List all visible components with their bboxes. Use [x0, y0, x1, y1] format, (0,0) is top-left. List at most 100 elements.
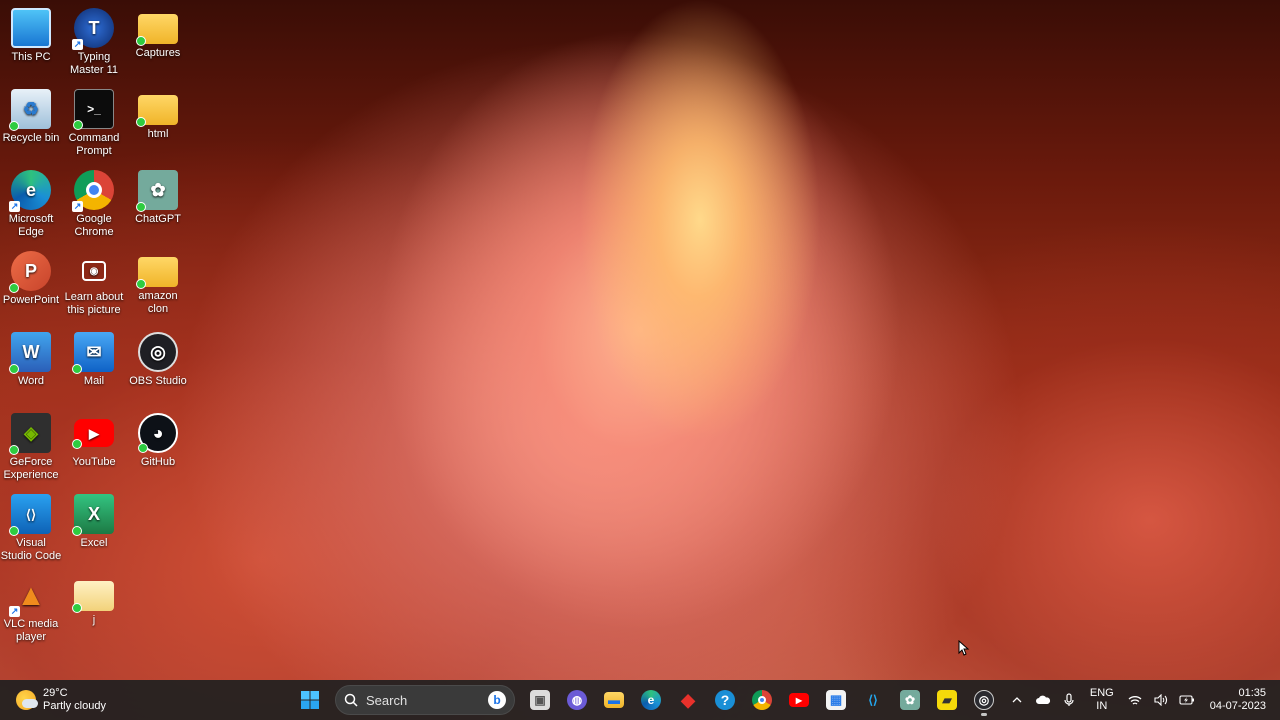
search-placeholder: Search	[366, 692, 408, 708]
geforce-icon: ◈	[9, 413, 51, 455]
desktop-icon-this-pc[interactable]: This PC	[0, 8, 62, 64]
edge-icon: e ↗	[9, 170, 51, 212]
taskbar-help[interactable]: ?	[709, 684, 741, 716]
clock-date: 04-07-2023	[1209, 700, 1266, 712]
desktop-icon-learn-about-picture[interactable]: ◉ Learn about this picture	[63, 251, 125, 317]
taskbar-sticky-notes[interactable]: ▰	[931, 684, 963, 716]
desktop-icon-geforce[interactable]: ◈ GeForce Experience	[0, 413, 62, 482]
desktop-icon-label: Visual Studio Code	[0, 537, 62, 562]
taskbar-file-explorer[interactable]: ▬	[598, 684, 630, 716]
taskbar-apps: Search b ▣ ◍ ▬ e ◆ ? ▶ ▦ ⟨⟩ ✿ ▰ ◎	[294, 684, 1000, 716]
desktop-icon-label: Word	[17, 375, 45, 387]
microphone-icon	[1064, 693, 1074, 706]
desktop-icon-label: VLC media player	[3, 618, 59, 643]
sticky-notes-icon: ▰	[937, 690, 957, 710]
language-indicator[interactable]: ENG IN	[1082, 687, 1122, 713]
desktop-icon-j[interactable]: j	[63, 575, 125, 627]
desktop-icon-mail[interactable]: ✉ Mail	[63, 332, 125, 388]
taskbar-task-view[interactable]: ▣	[524, 684, 556, 716]
taskbar-vscode[interactable]: ⟨⟩	[857, 684, 889, 716]
desktop-icon-label: PowerPoint	[2, 294, 60, 306]
desktop-icon-label: Command Prompt	[68, 132, 120, 157]
desktop-icon-chatgpt[interactable]: ✿ ChatGPT	[127, 170, 189, 226]
desktop-icon-label: This PC	[11, 51, 51, 63]
edge-icon: e	[641, 690, 661, 710]
battery-charging-icon	[1179, 695, 1194, 705]
taskbar-store[interactable]: ▦	[820, 684, 852, 716]
help-icon: ?	[715, 690, 735, 710]
wifi-icon	[1128, 695, 1142, 705]
clock[interactable]: 01:35 04-07-2023	[1200, 687, 1280, 713]
cloud-icon	[1035, 695, 1050, 704]
taskbar-youtube[interactable]: ▶	[783, 684, 815, 716]
show-hidden-icons-button[interactable]	[1004, 680, 1030, 720]
desktop-icon-label: ChatGPT	[135, 213, 181, 225]
desktop-icon-vscode[interactable]: ⟨⟩ Visual Studio Code	[0, 494, 62, 563]
desktop-icon-edge[interactable]: e ↗ Microsoft Edge	[0, 170, 62, 239]
camera-icon: ◉	[82, 261, 106, 281]
vscode-icon: ⟨⟩	[9, 494, 51, 536]
desktop-icon-powerpoint[interactable]: P PowerPoint	[0, 251, 62, 307]
typing-master-icon: T ↗	[72, 8, 114, 50]
system-tray: ENG IN 01:35 04-07-2023	[1004, 680, 1280, 720]
onedrive-button[interactable]	[1030, 680, 1056, 720]
network-button[interactable]	[1122, 680, 1148, 720]
obs-icon: ◎	[974, 690, 994, 710]
region-code: IN	[1096, 700, 1108, 712]
desktop-icon-youtube[interactable]: ▶ YouTube	[63, 413, 125, 469]
search-input[interactable]: Search b	[335, 685, 515, 715]
desktop-icon-label: Microsoft Edge	[8, 213, 54, 238]
desktop-icon-excel[interactable]: X Excel	[63, 494, 125, 550]
start-button[interactable]	[294, 684, 326, 716]
desktop-icon-html[interactable]: html	[127, 89, 189, 141]
desktop-icon-vlc[interactable]: ▲ ↗ VLC media player	[0, 575, 62, 644]
windows-icon	[301, 691, 319, 709]
desktop-icon-chrome[interactable]: ↗ Google Chrome	[63, 170, 125, 239]
desktop-icon-label: html	[147, 128, 169, 140]
taskbar-edge[interactable]: e	[635, 684, 667, 716]
microphone-button[interactable]	[1056, 680, 1082, 720]
desktop-icon-label: Excel	[80, 537, 108, 549]
desktop-icon-label: GeForce Experience	[3, 456, 59, 481]
desktop-icon-amazon-clon[interactable]: amazon clon	[127, 251, 189, 316]
weather-widget[interactable]: 29°C Partly cloudy	[16, 686, 106, 714]
desktop-icon-label: Mail	[83, 375, 105, 387]
chat-icon: ◍	[567, 690, 587, 710]
this-pc-icon	[11, 8, 51, 48]
vscode-icon: ⟨⟩	[868, 693, 878, 707]
language-code: ENG	[1089, 687, 1114, 699]
desktop-icon-obs-studio[interactable]: ◎ OBS Studio	[127, 332, 189, 388]
desktop-icon-label: j	[92, 614, 96, 626]
desktop-icon-label: Typing Master 11	[69, 51, 119, 76]
desktop-icon-label: Captures	[135, 47, 181, 59]
desktop-icon-typing-master[interactable]: T ↗ Typing Master 11	[63, 8, 125, 77]
youtube-icon: ▶	[789, 693, 809, 707]
chevron-up-icon	[1012, 697, 1022, 703]
chatgpt-icon: ✿	[136, 170, 178, 212]
search-icon	[344, 693, 358, 707]
task-view-icon: ▣	[530, 690, 550, 710]
desktop-icon-recycle-bin[interactable]: ♻ Recycle bin	[0, 89, 62, 145]
taskbar-chatgpt[interactable]: ✿	[894, 684, 926, 716]
anydesk-icon: ◆	[681, 689, 695, 710]
store-icon: ▦	[826, 690, 846, 710]
desktop-icon-label: Google Chrome	[74, 213, 114, 238]
taskbar-obs[interactable]: ◎	[968, 684, 1000, 716]
desktop-icon-command-prompt[interactable]: >_ Command Prompt	[63, 89, 125, 158]
desktop-icon-github[interactable]: ◕ GitHub	[127, 413, 189, 469]
taskbar-chrome[interactable]	[746, 684, 778, 716]
volume-button[interactable]	[1148, 680, 1174, 720]
desktop-icon-label: Recycle bin	[2, 132, 60, 144]
desktop-icon-label: amazon clon	[138, 290, 178, 315]
desktop-icon-word[interactable]: W Word	[0, 332, 62, 388]
bing-icon[interactable]: b	[488, 691, 506, 709]
recycle-bin-icon: ♻	[9, 89, 51, 131]
folder-icon: ▬	[604, 692, 624, 708]
taskbar-anydesk[interactable]: ◆	[672, 684, 704, 716]
chrome-icon: ↗	[72, 170, 114, 212]
battery-button[interactable]	[1174, 680, 1200, 720]
vlc-icon: ▲ ↗	[9, 578, 46, 617]
running-indicator	[981, 713, 987, 716]
desktop-icon-captures[interactable]: Captures	[127, 8, 189, 60]
taskbar-teams-chat[interactable]: ◍	[561, 684, 593, 716]
